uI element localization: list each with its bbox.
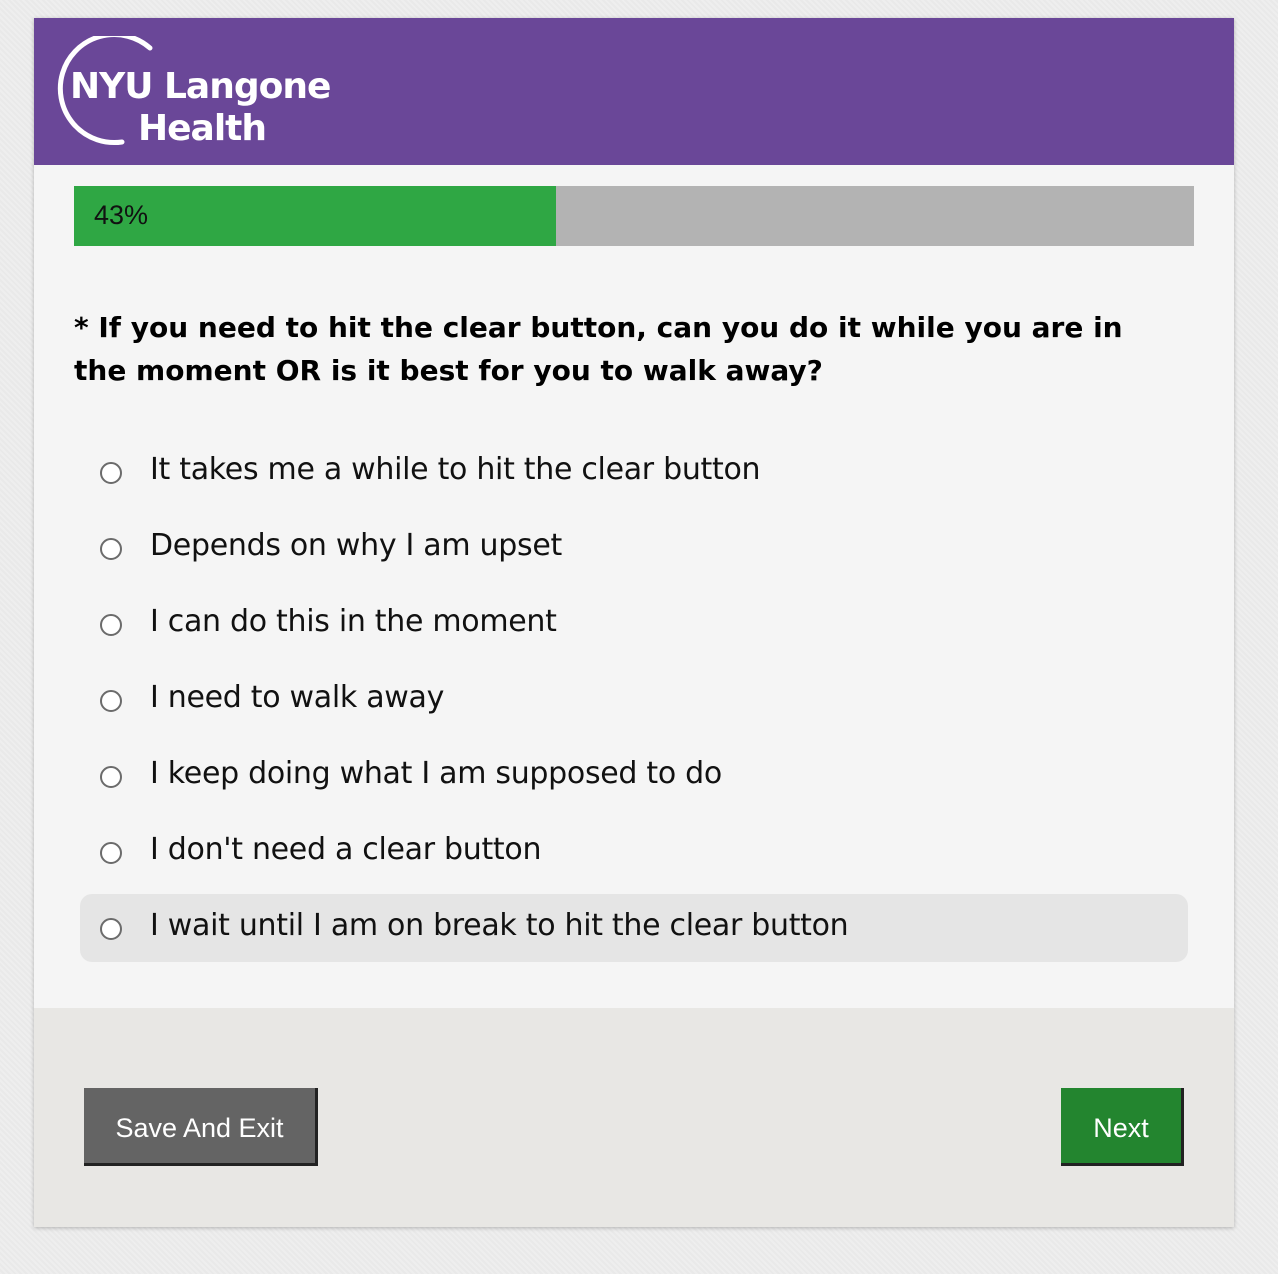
choice-label[interactable]: I keep doing what I am supposed to do [150, 756, 722, 791]
choice-option[interactable]: I need to walk away [80, 666, 1188, 734]
choice-option[interactable]: I wait until I am on break to hit the cl… [80, 894, 1188, 962]
choice-label[interactable]: I need to walk away [150, 680, 444, 715]
survey-container: NYU Langone Health 43% * If you need to … [34, 18, 1234, 1227]
survey-footer: Save And Exit Next [34, 1008, 1234, 1227]
logo-line-2: Health [138, 108, 267, 149]
radio-button[interactable] [100, 614, 122, 636]
next-button[interactable]: Next [1061, 1088, 1184, 1166]
radio-button[interactable] [100, 538, 122, 560]
nyu-langone-health-logo: NYU Langone Health [52, 36, 332, 154]
progress-label: 43% [94, 200, 149, 230]
progress-bar: 43% [74, 186, 1194, 246]
logo-line-1: NYU Langone [70, 66, 331, 107]
radio-button[interactable] [100, 462, 122, 484]
choice-label[interactable]: I don't need a clear button [150, 832, 541, 867]
choice-option[interactable]: It takes me a while to hit the clear but… [80, 438, 1188, 506]
choice-option[interactable]: Depends on why I am upset [80, 514, 1188, 582]
radio-button[interactable] [100, 690, 122, 712]
choice-list: It takes me a while to hit the clear but… [80, 438, 1188, 970]
choice-label[interactable]: I wait until I am on break to hit the cl… [150, 908, 849, 943]
radio-button[interactable] [100, 766, 122, 788]
page-background: NYU Langone Health 43% * If you need to … [0, 0, 1278, 1274]
radio-button[interactable] [100, 842, 122, 864]
save-and-exit-button[interactable]: Save And Exit [84, 1088, 318, 1166]
choice-label[interactable]: Depends on why I am upset [150, 528, 562, 563]
choice-label[interactable]: It takes me a while to hit the clear but… [150, 452, 761, 487]
survey-header: NYU Langone Health [34, 18, 1234, 165]
question-text: * If you need to hit the clear button, c… [74, 311, 1123, 387]
radio-button[interactable] [100, 918, 122, 940]
choice-option[interactable]: I can do this in the moment [80, 590, 1188, 658]
choice-option[interactable]: I keep doing what I am supposed to do [80, 742, 1188, 810]
choice-option[interactable]: I don't need a clear button [80, 818, 1188, 886]
choice-label[interactable]: I can do this in the moment [150, 604, 557, 639]
